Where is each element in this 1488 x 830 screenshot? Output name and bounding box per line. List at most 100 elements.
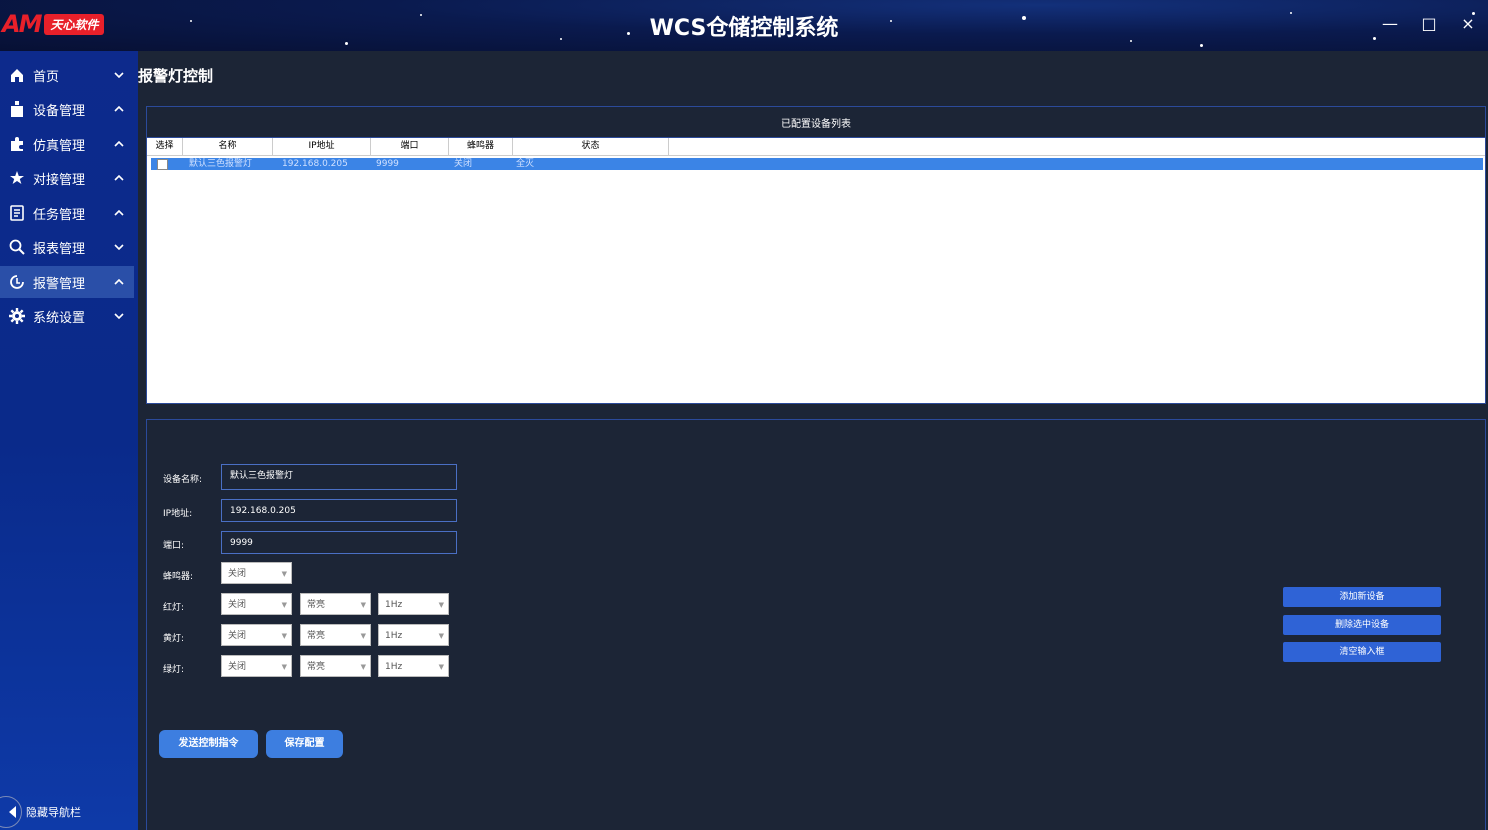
sidebar-item-label: 任务管理 (33, 207, 86, 223)
sidebar-item-settings[interactable]: 系统设置 (0, 300, 134, 332)
alarm-icon (8, 273, 26, 291)
sidebar-item-label: 系统设置 (33, 310, 86, 326)
chevron-up-icon (112, 175, 126, 181)
search-icon (8, 238, 26, 256)
chevron-up-icon (112, 210, 126, 216)
title-bar: AM 天心软件 WCS仓储控制系统 — □ × (0, 0, 1488, 51)
green-mode-value: 常亮 (307, 662, 326, 672)
app-title: WCS仓储控制系统 (649, 16, 839, 41)
chevron-down-icon: ▼ (281, 601, 287, 609)
yellow-state-value: 关闭 (228, 631, 247, 641)
red-light-label: 红灯: (163, 603, 185, 613)
green-state-value: 关闭 (228, 662, 247, 672)
sidebar-item-label: 报表管理 (33, 241, 86, 257)
device-icon (8, 100, 26, 118)
collapse-left-icon (0, 796, 22, 828)
chevron-up-icon (112, 106, 126, 112)
red-freq-value: 1Hz (385, 600, 403, 610)
yellow-mode-select[interactable]: 常亮 ▼ (300, 624, 371, 646)
yellow-freq-select[interactable]: 1Hz ▼ (378, 624, 449, 646)
port-input[interactable]: 9999 (221, 531, 457, 554)
column-header[interactable]: 蜂鸣器 (449, 138, 513, 155)
chevron-up-icon (112, 279, 126, 285)
chevron-down-icon (112, 244, 126, 250)
buzzer-select[interactable]: 关闭 ▼ (221, 562, 292, 584)
chevron-down-icon: ▼ (438, 632, 444, 640)
device-table: 选择 名称 IP地址 端口 蜂鸣器 状态 默认三色报警灯 192.168.0.2… (147, 138, 1485, 170)
hide-nav-toggle[interactable]: 隐藏导航栏 (0, 796, 138, 828)
star-decor (345, 42, 348, 45)
chevron-down-icon: ▼ (438, 601, 444, 609)
chevron-down-icon: ▼ (281, 570, 287, 578)
ip-input[interactable]: 192.168.0.205 (221, 499, 457, 522)
column-header[interactable]: IP地址 (273, 138, 371, 155)
sidebar-item-device[interactable]: 设备管理 (0, 93, 134, 125)
gear-icon (8, 307, 26, 325)
sidebar-item-home[interactable]: 首页 (0, 59, 134, 91)
chevron-down-icon: ▼ (360, 601, 366, 609)
device-list-panel: 已配置设备列表 选择 名称 IP地址 端口 蜂鸣器 状态 默认三色报警灯 192… (146, 106, 1486, 404)
home-icon (8, 66, 26, 84)
star-icon (8, 169, 26, 187)
yellow-mode-value: 常亮 (307, 631, 326, 641)
green-freq-select[interactable]: 1Hz ▼ (378, 655, 449, 677)
sidebar-item-label: 设备管理 (33, 103, 86, 119)
red-state-value: 关闭 (228, 600, 247, 610)
buzzer-label: 蜂鸣器: (163, 572, 194, 582)
save-config-button[interactable]: 保存配置 (266, 730, 343, 758)
row-checkbox[interactable] (157, 159, 168, 170)
sidebar-item-alarm[interactable]: 报警管理 (0, 266, 134, 298)
sidebar-item-integration[interactable]: 对接管理 (0, 162, 134, 194)
maximize-button[interactable]: □ (1419, 14, 1439, 33)
red-freq-select[interactable]: 1Hz ▼ (378, 593, 449, 615)
red-mode-select[interactable]: 常亮 ▼ (300, 593, 371, 615)
sidebar-item-task[interactable]: 任务管理 (0, 197, 134, 229)
cell-name: 默认三色报警灯 (189, 159, 253, 169)
sidebar-item-report[interactable]: 报表管理 (0, 231, 134, 263)
add-device-button[interactable]: 添加新设备 (1283, 587, 1441, 607)
buzzer-select-value: 关闭 (228, 569, 247, 579)
ip-label: IP地址: (163, 509, 193, 519)
delete-device-button[interactable]: 删除选中设备 (1283, 615, 1441, 635)
sidebar-item-label: 仿真管理 (33, 138, 86, 154)
chevron-down-icon: ▼ (360, 663, 366, 671)
yellow-state-select[interactable]: 关闭 ▼ (221, 624, 292, 646)
chevron-up-icon (112, 141, 126, 147)
close-button[interactable]: × (1458, 14, 1478, 33)
minimize-button[interactable]: — (1380, 14, 1400, 33)
chevron-down-icon: ▼ (281, 663, 287, 671)
device-list-header: 已配置设备列表 (147, 107, 1485, 138)
column-header[interactable]: 选择 (147, 138, 183, 155)
sidebar: 首页 设备管理 仿真管理 对接管理 任务管理 报表管理 报警管理 系统设置 隐藏… (0, 51, 138, 830)
column-header[interactable]: 状态 (513, 138, 669, 155)
row-select[interactable] (151, 158, 187, 170)
puzzle-icon (8, 135, 26, 153)
chevron-down-icon: ▼ (281, 632, 287, 640)
yellow-freq-value: 1Hz (385, 631, 403, 641)
chevron-down-icon (112, 72, 126, 78)
chevron-down-icon (112, 313, 126, 319)
sidebar-item-label: 首页 (33, 69, 60, 85)
sidebar-item-label: 报警管理 (33, 276, 86, 292)
document-icon (8, 204, 26, 222)
table-row[interactable]: 默认三色报警灯 192.168.0.205 9999 关闭 全灭 (151, 158, 1483, 170)
sidebar-item-label: 对接管理 (33, 172, 86, 188)
device-name-input[interactable]: 默认三色报警灯 (221, 464, 457, 490)
port-label: 端口: (163, 541, 185, 551)
chevron-down-icon: ▼ (360, 632, 366, 640)
hide-nav-label: 隐藏导航栏 (26, 806, 81, 819)
sidebar-item-simulation[interactable]: 仿真管理 (0, 128, 134, 160)
yellow-light-label: 黄灯: (163, 634, 185, 644)
column-header[interactable]: 端口 (371, 138, 449, 155)
cell-ip: 192.168.0.205 (282, 159, 348, 169)
green-light-label: 绿灯: (163, 665, 185, 675)
red-state-select[interactable]: 关闭 ▼ (221, 593, 292, 615)
send-command-button[interactable]: 发送控制指令 (159, 730, 258, 758)
clear-inputs-button[interactable]: 清空输入框 (1283, 642, 1441, 662)
cell-port: 9999 (376, 159, 399, 169)
green-state-select[interactable]: 关闭 ▼ (221, 655, 292, 677)
green-mode-select[interactable]: 常亮 ▼ (300, 655, 371, 677)
table-header: 选择 名称 IP地址 端口 蜂鸣器 状态 (147, 138, 1485, 156)
column-header[interactable]: 名称 (183, 138, 273, 155)
page-title: 报警灯控制 (138, 67, 214, 85)
